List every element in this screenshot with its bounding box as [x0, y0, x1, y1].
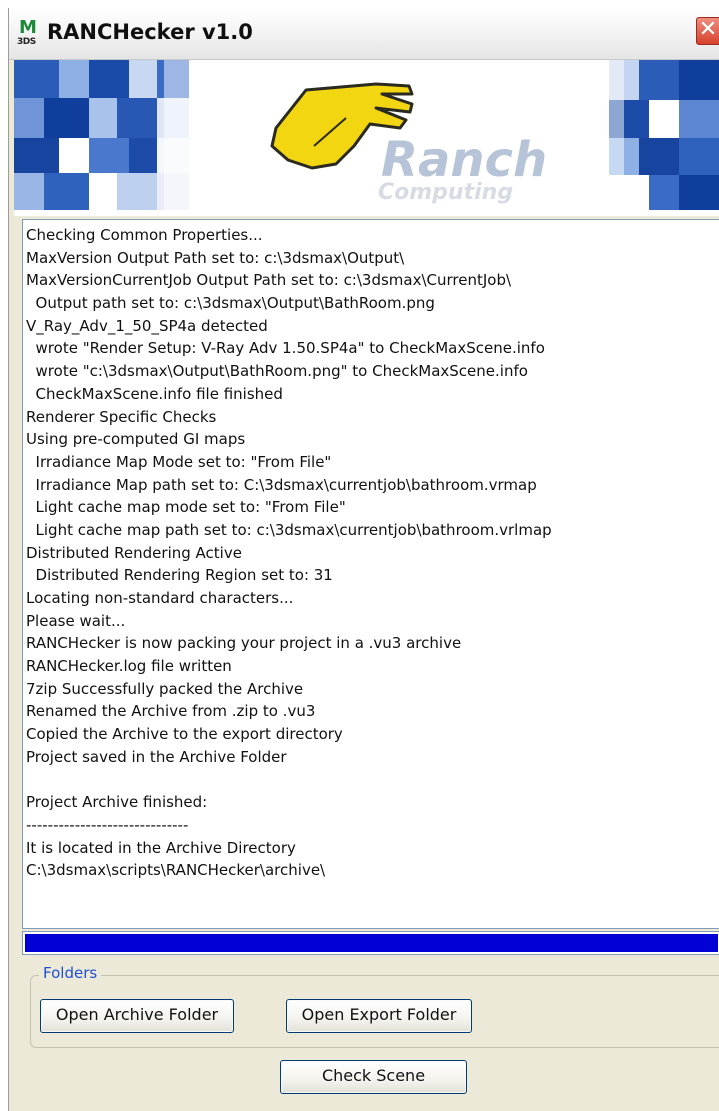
log-line: MaxVersion Output Path set to: c:\3dsmax…: [26, 248, 405, 267]
left-pixel-mosaic: [14, 60, 189, 210]
log-line: Checking Common Properties...: [26, 226, 263, 244]
log-line: C:\3dsmax\scripts\RANCHecker\archive\: [26, 861, 326, 880]
log-line: RANCHecker is now packing your project i…: [26, 634, 462, 653]
ranchecker-window: M 3DS RANCHecker v1.0 ✕ Ranch Computing …: [8, 8, 719, 1111]
progress-bar: [22, 931, 719, 955]
log-line: ------------------------------: [26, 815, 189, 834]
log-line: Project Archive finished:: [26, 793, 208, 812]
folders-group-legend: Folders: [39, 964, 102, 982]
log-line: It is located in the Archive Directory: [26, 838, 296, 857]
log-line: Copied the Archive to the export directo…: [26, 725, 343, 744]
banner-artwork: [14, 60, 719, 210]
log-line: MaxVersionCurrentJob Output Path set to:…: [26, 271, 512, 290]
check-scene-button[interactable]: Check Scene: [280, 1060, 467, 1094]
open-export-folder-button[interactable]: Open Export Folder: [286, 999, 472, 1033]
computing-logo-text: Computing: [378, 180, 514, 205]
log-line: RANCHecker.log file written: [26, 657, 232, 676]
log-line: Using pre-computed GI maps: [26, 430, 246, 449]
log-line: Irradiance Map path set to: C:\3dsmax\cu…: [26, 475, 537, 494]
log-line: wrote "c:\3dsmax\Output\BathRoom.png" to…: [26, 362, 528, 381]
log-line: Distributed Rendering Active: [26, 543, 242, 562]
log-line: Renamed the Archive from .zip to .vu3: [26, 702, 316, 721]
log-line: CheckMaxScene.info file finished: [26, 384, 283, 403]
log-line: V_Ray_Adv_1_50_SP4a detected: [26, 316, 268, 335]
right-pixel-mosaic: [609, 60, 719, 210]
log-line: Renderer Specific Checks: [26, 407, 217, 426]
window-title: RANCHecker v1.0: [47, 20, 253, 44]
log-line: Irradiance Map Mode set to: "From File": [26, 452, 332, 471]
3dsmax-app-icon: M 3DS: [17, 17, 37, 47]
progress-fill: [25, 934, 718, 952]
ranch-computing-banner: Ranch Computing: [14, 60, 719, 216]
log-line: Light cache map mode set to: "From File": [26, 498, 346, 517]
log-line: 7zip Successfully packed the Archive: [26, 679, 304, 698]
open-archive-folder-button[interactable]: Open Archive Folder: [40, 999, 234, 1033]
log-line: Project saved in the Archive Folder: [26, 747, 287, 766]
close-icon[interactable]: ✕: [696, 17, 719, 45]
log-line: Light cache map path set to: c:\3dsmax\c…: [26, 520, 552, 539]
log-line: Distributed Rendering Region set to: 31: [26, 566, 333, 585]
log-line: Locating non-standard characters...: [26, 589, 294, 607]
log-line: Output path set to: c:\3dsmax\Output\Bat…: [26, 294, 435, 313]
log-output[interactable]: Checking Common Properties... MaxVersion …: [22, 219, 719, 929]
log-line: Please wait...: [26, 611, 126, 630]
title-bar[interactable]: M 3DS RANCHecker v1.0 ✕: [9, 8, 719, 60]
log-line: wrote "Render Setup: V-Ray Adv 1.50.SP4a…: [26, 339, 545, 358]
